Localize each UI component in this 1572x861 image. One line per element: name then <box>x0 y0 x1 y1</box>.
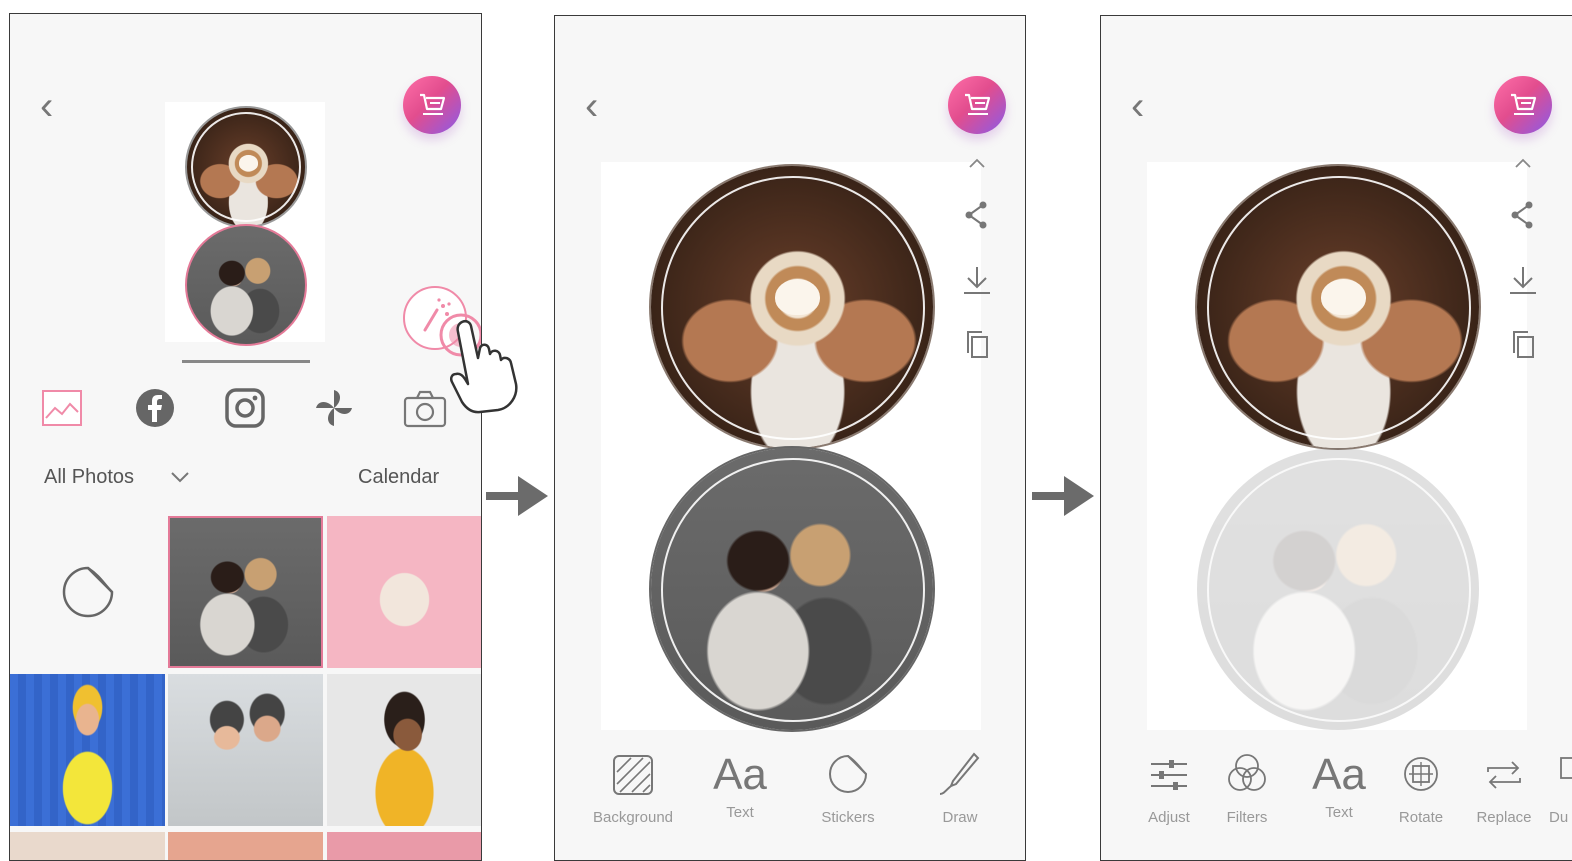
chevron-down-icon[interactable] <box>170 470 190 484</box>
share-icon[interactable] <box>957 200 997 235</box>
tool-label: Text <box>1325 804 1353 821</box>
grid-photo-headphones[interactable] <box>327 674 481 826</box>
sticker-icon <box>829 754 868 793</box>
collapse-chevron-icon[interactable] <box>1503 156 1543 175</box>
filters-icon <box>1228 754 1266 791</box>
slot-ring <box>191 112 301 222</box>
grid-photo-girl-blue[interactable] <box>10 674 165 826</box>
adjust-icon <box>1151 760 1187 790</box>
grid-photo-partial-2[interactable] <box>168 832 323 860</box>
back-chevron-icon[interactable]: ‹ <box>585 86 598 126</box>
phone-screen-collage-editor: ‹ Background Aa Text Stickers Draw <box>554 15 1026 861</box>
tool-rotate[interactable]: Rotate <box>1391 750 1451 826</box>
tool-adjust[interactable]: Adjust <box>1139 750 1199 826</box>
text-icon: Aa <box>1312 750 1366 799</box>
tool-duplicate[interactable]: Du <box>1549 750 1572 826</box>
pinwheel-icon[interactable] <box>312 386 356 435</box>
sticker-cell[interactable] <box>10 516 165 668</box>
editor-toolbar: Background Aa Text Stickers Draw <box>555 750 1025 860</box>
slot-ring <box>1207 176 1471 440</box>
slot-ring <box>1207 458 1471 722</box>
cart-button[interactable] <box>948 76 1006 134</box>
download-icon[interactable] <box>957 264 997 301</box>
grid-photo-couple[interactable] <box>168 674 323 826</box>
collage-canvas[interactable] <box>1147 162 1527 730</box>
cart-button[interactable] <box>1494 76 1552 134</box>
tool-label: Replace <box>1476 809 1532 826</box>
hand-pointer-icon <box>450 319 518 414</box>
calendar-link[interactable]: Calendar <box>358 466 439 489</box>
cart-icon <box>965 93 991 115</box>
back-chevron-icon[interactable]: ‹ <box>40 86 53 126</box>
tool-label: Adjust <box>1148 809 1190 826</box>
rotate-icon <box>1404 757 1438 791</box>
slot-ring <box>661 458 925 722</box>
grid-photo-friends[interactable] <box>168 516 323 668</box>
flow-arrow-1-icon <box>486 476 548 516</box>
tool-text[interactable]: Aa Text <box>695 750 785 821</box>
download-icon[interactable] <box>1503 264 1543 301</box>
collage-slot-friends[interactable] <box>185 224 307 346</box>
album-selector[interactable]: All Photos <box>44 466 134 489</box>
cart-icon <box>1511 93 1537 115</box>
tool-draw[interactable]: Draw <box>915 750 1005 826</box>
cart-button[interactable] <box>403 76 461 134</box>
cart-icon <box>420 93 446 115</box>
sticker-icon <box>62 566 113 618</box>
source-tabs <box>10 386 481 446</box>
tool-filters[interactable]: Filters <box>1217 750 1277 826</box>
share-icon[interactable] <box>1503 200 1543 235</box>
text-icon: Aa <box>713 750 767 799</box>
flow-arrow-2-icon <box>1032 476 1094 516</box>
tool-label: Stickers <box>821 809 875 826</box>
gallery-icon[interactable] <box>40 386 84 435</box>
duplicate-icon <box>1560 757 1572 779</box>
phone-screen-photo-selected: ‹ Adjust Filters Aa Text Rotate Replace … <box>1100 15 1572 861</box>
tool-background[interactable]: Background <box>583 750 683 826</box>
tool-label: Filters <box>1226 809 1268 826</box>
back-chevron-icon[interactable]: ‹ <box>1131 86 1144 126</box>
copy-icon[interactable] <box>1503 328 1543 365</box>
tool-replace[interactable]: Replace <box>1469 750 1539 826</box>
background-icon <box>613 755 653 795</box>
tool-label: Du <box>1549 809 1569 826</box>
camera-icon[interactable] <box>402 386 448 435</box>
page-indicator <box>182 360 310 363</box>
tool-label: Draw <box>942 809 978 826</box>
grid-photo-partial-3[interactable] <box>327 832 481 860</box>
phone-screen-photo-picker: ‹ All Photos Calendar <box>9 13 482 861</box>
tool-stickers[interactable]: Stickers <box>803 750 893 826</box>
tool-label: Rotate <box>1398 809 1444 826</box>
replace-icon <box>1487 761 1521 789</box>
collage-preview-strip[interactable] <box>165 102 325 346</box>
slot-ring <box>661 176 925 440</box>
grid-photo-partial-1[interactable] <box>10 832 165 860</box>
collapse-chevron-icon[interactable] <box>957 156 997 175</box>
facebook-icon[interactable] <box>133 386 177 435</box>
tool-label: Background <box>592 809 674 826</box>
photo-toolbar: Adjust Filters Aa Text Rotate Replace Du <box>1101 750 1572 860</box>
tool-label: Text <box>726 804 754 821</box>
grid-photo-dog[interactable] <box>327 516 481 668</box>
tool-text[interactable]: Aa Text <box>1299 750 1379 821</box>
draw-icon <box>939 752 980 795</box>
copy-icon[interactable] <box>957 328 997 365</box>
collage-canvas[interactable] <box>601 162 981 730</box>
instagram-icon[interactable] <box>223 386 267 435</box>
